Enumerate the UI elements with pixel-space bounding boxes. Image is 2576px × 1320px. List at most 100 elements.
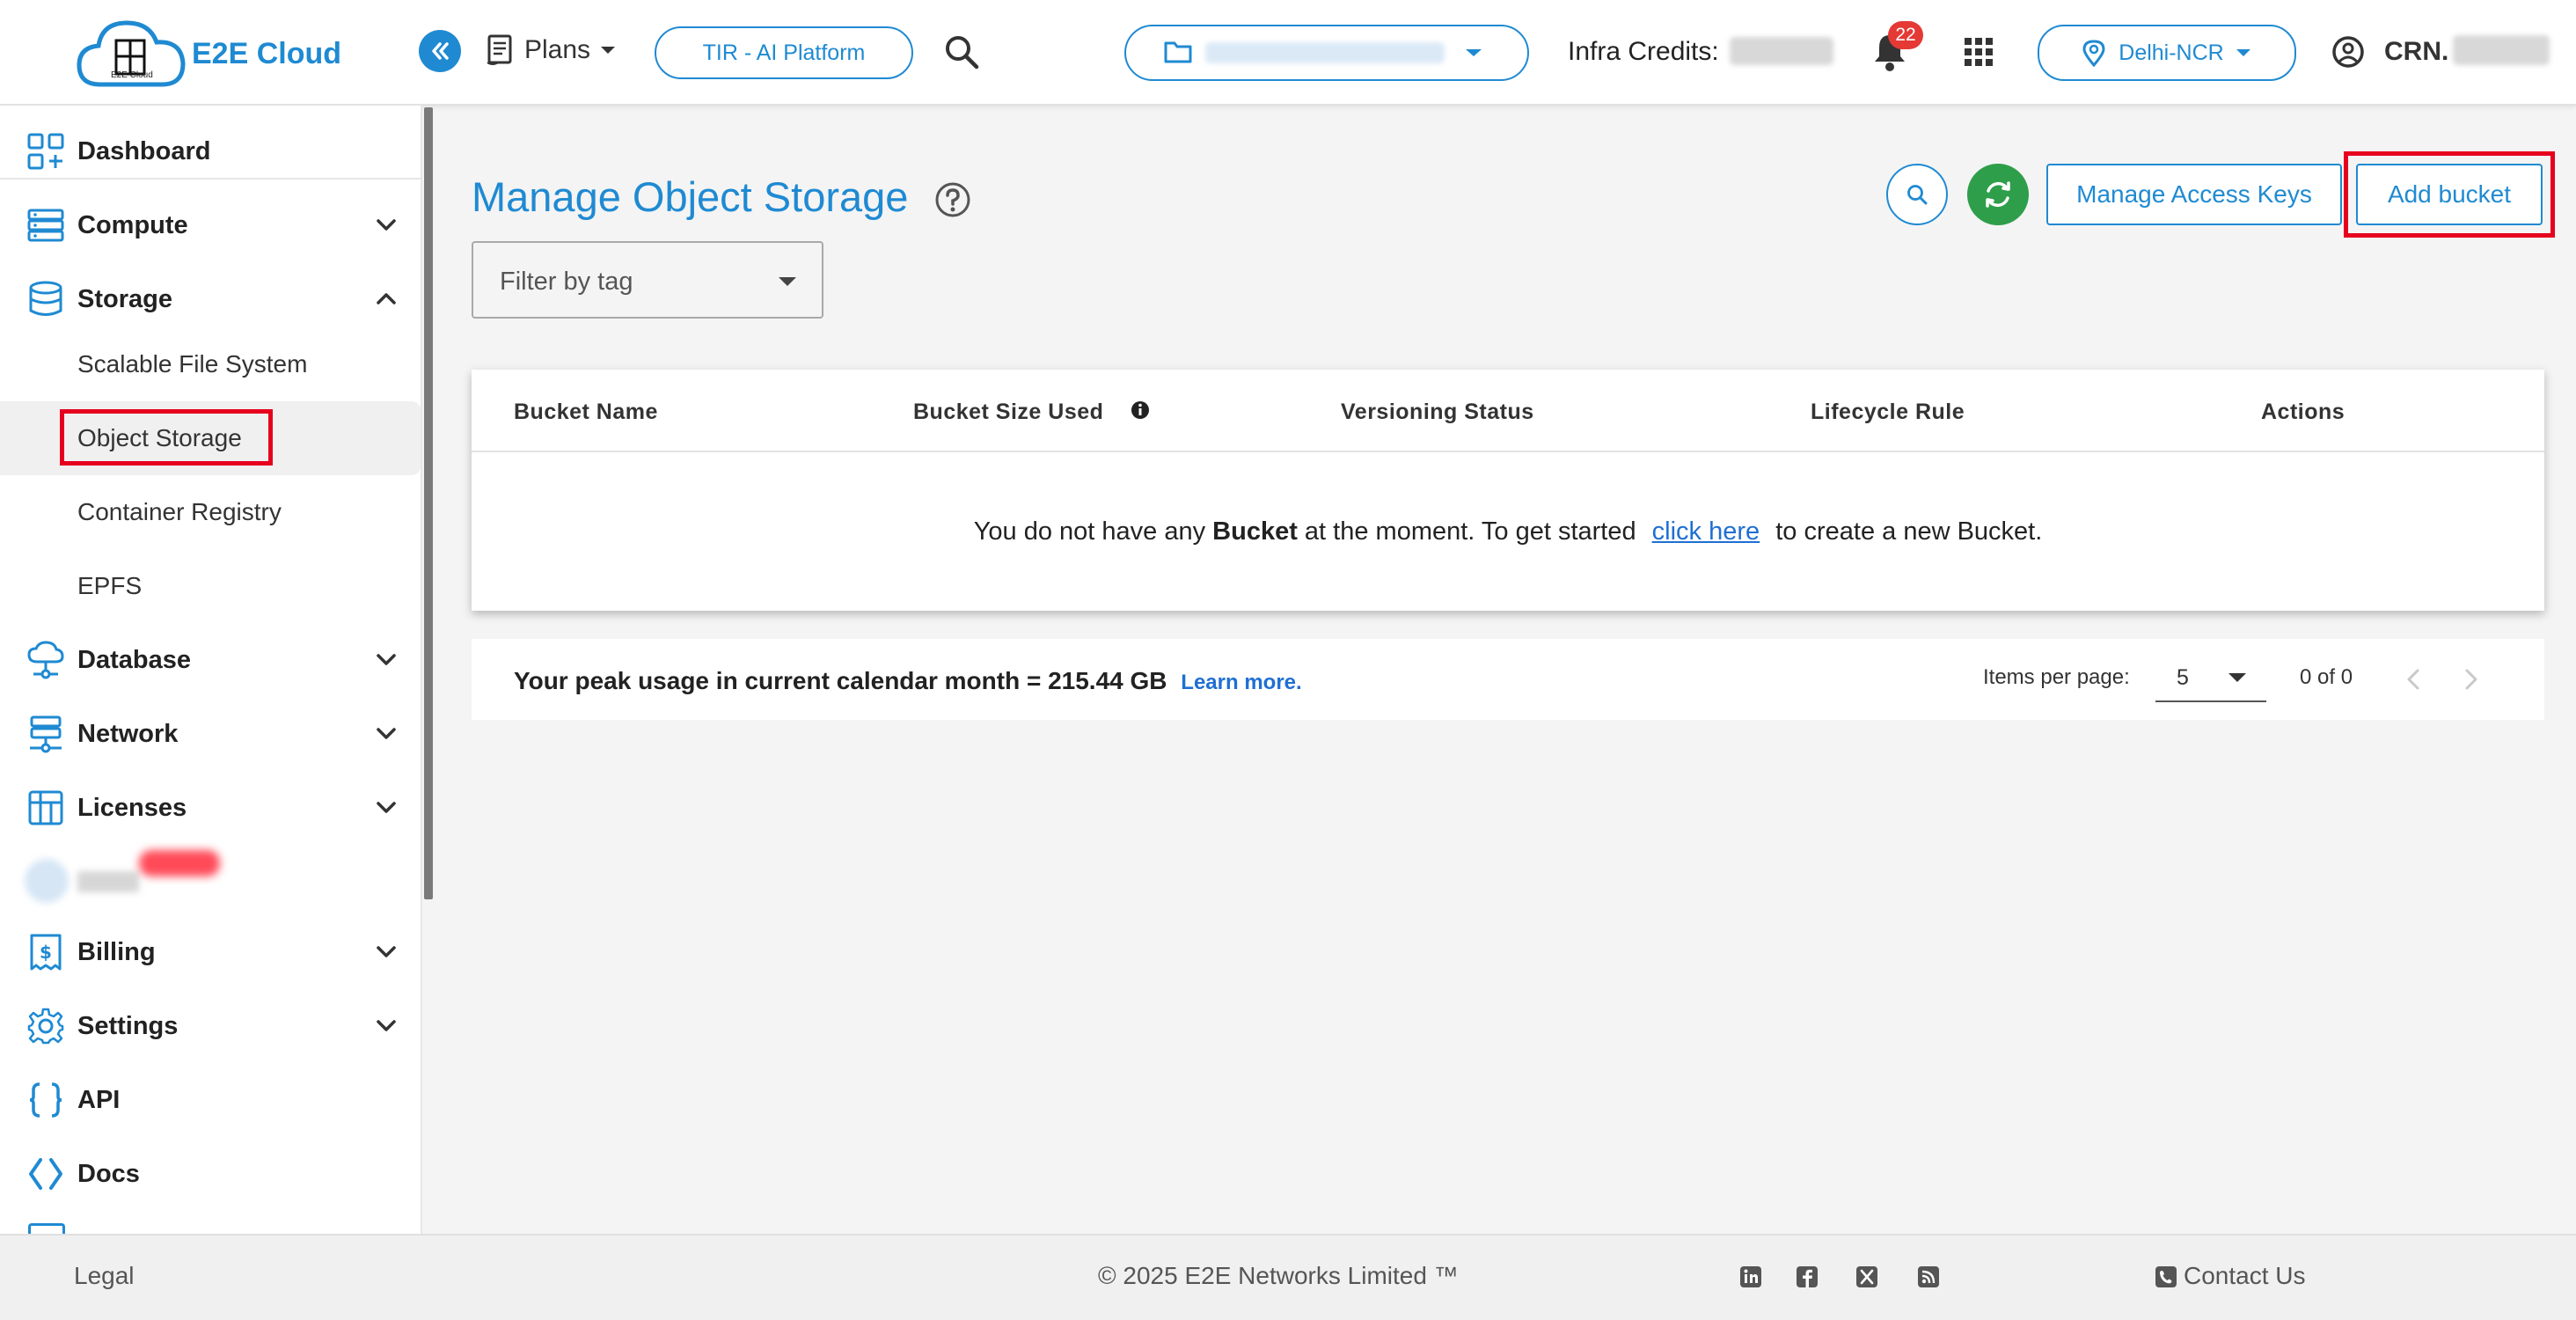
region-selector[interactable]: Delhi-NCR	[2038, 25, 2296, 81]
sidebar-item-label: Compute	[77, 210, 188, 239]
empty-text-suffix: to create a new Bucket.	[1775, 517, 2043, 546]
empty-text-mid: at the moment. To get started	[1304, 517, 1636, 546]
chevron-down-icon	[377, 219, 396, 231]
caret-down-icon	[2236, 49, 2250, 56]
usage-pagination-bar: Your peak usage in current calendar mont…	[472, 639, 2544, 720]
column-header-versioning-status[interactable]: Versioning Status	[1341, 400, 1534, 425]
sidebar: Dashboard Compute Storage Scalable File …	[0, 106, 422, 1234]
project-selector[interactable]	[1124, 25, 1529, 81]
peak-usage-value: Your peak usage in current calendar mont…	[514, 667, 1167, 694]
logo-text[interactable]: E2E Cloud	[192, 37, 341, 71]
folder-icon	[1164, 41, 1192, 63]
refresh-button[interactable]	[1967, 164, 2029, 225]
create-bucket-link[interactable]: click here	[1652, 517, 1760, 546]
learn-more-link[interactable]: Learn more.	[1181, 671, 1301, 694]
column-header-bucket-size[interactable]: Bucket Size Used	[913, 400, 1103, 425]
divider	[0, 178, 421, 180]
sidebar-item-label: Docs	[77, 1159, 140, 1188]
sidebar-item-label: Billing	[77, 937, 156, 966]
page-title: Manage Object Storage	[472, 173, 909, 220]
sidebar-item-licenses[interactable]: Licenses	[0, 781, 421, 834]
redacted-item-badge	[139, 850, 220, 876]
manage-access-keys-button[interactable]: Manage Access Keys	[2046, 164, 2342, 225]
column-header-actions: Actions	[2261, 400, 2345, 424]
sidebar-subitem-container-registry[interactable]: Container Registry	[77, 498, 282, 526]
contact-us-link[interactable]: Contact Us	[2184, 1262, 2306, 1290]
sidebar-subitem-epfs[interactable]: EPFS	[77, 572, 142, 600]
user-circle-icon[interactable]	[2331, 35, 2365, 69]
copyright-text: © 2025 E2E Networks Limited ™	[1098, 1262, 1459, 1289]
items-per-page-select[interactable]: 5	[2155, 651, 2266, 702]
crn-label[interactable]: CRN.	[2384, 37, 2448, 67]
help-icon[interactable]	[934, 181, 971, 218]
x-twitter-icon[interactable]	[1855, 1265, 1879, 1289]
plans-label: Plans	[524, 35, 591, 64]
chevron-down-icon	[377, 946, 396, 957]
sidebar-item-settings[interactable]: Settings	[0, 1000, 421, 1052]
search-bucket-button[interactable]	[1886, 164, 1948, 225]
sidebar-item-label: Licenses	[77, 793, 187, 822]
sidebar-item-billing[interactable]: $ Billing	[0, 926, 421, 979]
sidebar-item-label: Network	[77, 719, 179, 748]
footer: Legal © 2025 E2E Networks Limited ™ Cont…	[0, 1234, 2576, 1320]
facebook-icon[interactable]	[1795, 1265, 1819, 1289]
caret-down-icon	[2228, 673, 2246, 682]
table-divider	[472, 451, 2544, 452]
sidebar-item-compute[interactable]: Compute	[0, 199, 421, 252]
filter-by-tag-select[interactable]: Filter by tag	[472, 241, 823, 319]
phone-icon[interactable]	[2154, 1265, 2178, 1289]
caret-down-icon	[1466, 49, 1482, 56]
caret-down-icon	[779, 277, 796, 286]
empty-text-prefix: You do not have any	[973, 517, 1206, 546]
column-header-bucket-name[interactable]: Bucket Name	[514, 400, 658, 425]
sidebar-subitem-scalable-file-system[interactable]: Scalable File System	[77, 350, 307, 378]
network-icon	[30, 715, 62, 753]
sidebar-item-label: Storage	[77, 284, 172, 313]
collapse-sidebar-button[interactable]	[419, 30, 461, 72]
sidebar-item-storage[interactable]: Storage	[0, 273, 421, 326]
location-pin-icon	[2082, 40, 2105, 67]
sidebar-item-network[interactable]: Network	[0, 708, 421, 760]
sidebar-item-database[interactable]: Database	[0, 634, 421, 686]
redacted-item-icon	[25, 859, 69, 903]
peak-usage-text: Your peak usage in current calendar mont…	[514, 667, 1302, 695]
sidebar-item-dashboard[interactable]: Dashboard	[0, 125, 421, 178]
chevron-down-icon	[377, 1020, 396, 1031]
previous-page-button[interactable]	[2404, 667, 2425, 692]
database-icon	[27, 641, 64, 679]
legal-link[interactable]: Legal	[74, 1262, 135, 1290]
tir-platform-button[interactable]: TIR - AI Platform	[655, 26, 913, 79]
plans-menu[interactable]: Plans	[486, 33, 617, 67]
linkedin-icon[interactable]	[1738, 1265, 1763, 1289]
sidebar-item-docs[interactable]: Docs	[0, 1148, 421, 1200]
sidebar-scrollbar[interactable]	[424, 107, 433, 899]
caret-down-icon	[601, 47, 616, 54]
search-icon[interactable]	[943, 33, 980, 70]
storage-icon	[29, 281, 62, 316]
chevron-left-icon	[2407, 669, 2419, 690]
refresh-icon	[1986, 181, 2010, 208]
info-icon[interactable]	[1130, 400, 1151, 421]
apps-grid-icon[interactable]	[1964, 37, 1994, 67]
sidebar-subitem-object-storage[interactable]: Object Storage	[77, 424, 242, 452]
billing-icon: $	[30, 934, 62, 971]
filter-placeholder: Filter by tag	[500, 268, 633, 296]
cloud-logo-icon[interactable]: E2E Cloud	[76, 16, 187, 90]
double-chevron-left-icon	[432, 42, 449, 60]
settings-gear-icon	[27, 1008, 64, 1045]
next-page-button[interactable]	[2460, 667, 2481, 692]
region-label: Delhi-NCR	[2119, 40, 2224, 65]
rss-icon[interactable]	[1916, 1265, 1941, 1289]
dashboard-icon	[27, 133, 64, 170]
docs-code-icon	[29, 1158, 62, 1190]
chevron-up-icon	[377, 293, 396, 304]
sidebar-item-api[interactable]: API	[0, 1074, 421, 1126]
infra-credits-value-redacted	[1730, 37, 1833, 65]
notification-badge: 22	[1888, 21, 1923, 49]
empty-state-message: You do not have any Bucket at the moment…	[472, 517, 2544, 546]
items-per-page-label: Items per page:	[1983, 665, 2130, 689]
project-name-redacted	[1205, 42, 1445, 63]
compute-icon	[27, 209, 64, 242]
highlight-box-add-bucket	[2344, 151, 2555, 238]
column-header-lifecycle-rule[interactable]: Lifecycle Rule	[1811, 400, 1965, 425]
